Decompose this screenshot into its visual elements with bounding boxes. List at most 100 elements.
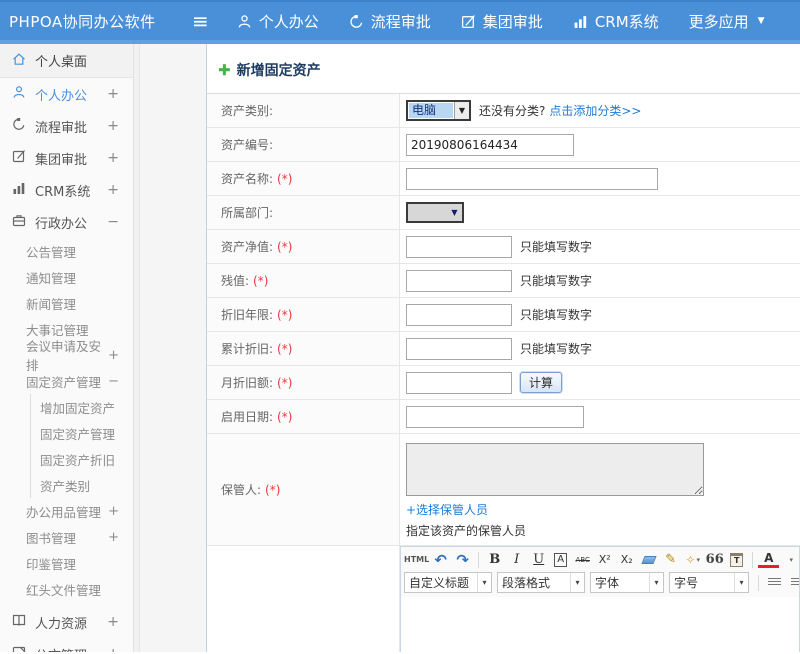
underline-button[interactable]: U — [528, 549, 549, 570]
format-painter-button[interactable]: ✎ — [660, 549, 681, 570]
sidebar-item-personal-office[interactable]: 个人办公 + — [0, 78, 133, 110]
nav-workflow-approval[interactable]: 流程审批 — [349, 11, 431, 32]
expand-plus-icon[interactable]: + — [107, 150, 119, 166]
caret-down-icon: ▾ — [477, 573, 491, 592]
sidebar-item-personal-desktop[interactable]: 个人桌面 — [0, 44, 133, 78]
sidebar-item-red-header-doc-mgmt[interactable]: 红头文件管理 — [0, 576, 133, 602]
expand-plus-icon[interactable]: + — [107, 118, 119, 134]
start-date-input[interactable] — [406, 406, 584, 428]
asset-code-input[interactable] — [406, 134, 574, 156]
expand-plus-icon[interactable]: + — [108, 348, 119, 363]
sidebar-item-news-mgmt[interactable]: 新闻管理 — [0, 290, 133, 316]
required-marker: (*) — [253, 274, 268, 288]
autotypeset-button[interactable]: ✧▾ — [682, 549, 703, 570]
sidebar-item-office-supplies-mgmt[interactable]: 办公用品管理 + — [0, 498, 133, 524]
category-note: 还没有分类? — [479, 102, 545, 119]
required-marker: (*) — [277, 410, 292, 424]
editor-content-area[interactable] — [401, 597, 799, 652]
paragraph-select[interactable]: 段落格式 ▾ — [497, 572, 585, 593]
collapse-minus-icon[interactable]: − — [108, 374, 119, 389]
nav-crm-system[interactable]: CRM系统 — [573, 11, 659, 32]
html-source-button[interactable]: HTML — [404, 549, 429, 570]
sidebar-item-admin-office[interactable]: 行政办公 − — [0, 206, 133, 238]
sidebar-item-hr[interactable]: 人力资源 + — [0, 606, 133, 638]
sidebar-item-fixed-asset-depreciation[interactable]: 固定资产折旧 — [31, 446, 133, 472]
expand-plus-icon[interactable]: + — [107, 86, 119, 102]
top-nav: 个人办公 流程审批 集团审批 CRM系统 更多应用 ▼ — [237, 11, 765, 32]
person-icon — [12, 85, 26, 103]
field-label: 累计折旧: — [221, 340, 273, 357]
heading-select[interactable]: 自定义标题 ▾ — [404, 572, 492, 593]
font-size-select[interactable]: 字号 ▾ — [669, 572, 749, 593]
font-border-button[interactable]: A — [550, 549, 571, 570]
sidebar-item-seal-mgmt[interactable]: 印鉴管理 — [0, 550, 133, 576]
department-select[interactable]: ▼ — [406, 202, 464, 223]
italic-button[interactable]: I — [506, 549, 527, 570]
sidebar-item-group-approval[interactable]: 集团审批 + — [0, 142, 133, 174]
keeper-textarea[interactable] — [406, 443, 704, 496]
align-left-button[interactable] — [764, 572, 785, 593]
sidebar-item-asset-category[interactable]: 资产类别 — [31, 472, 133, 498]
depreciation-years-input[interactable] — [406, 304, 512, 326]
required-marker: (*) — [265, 483, 280, 497]
sidebar-item-book-mgmt[interactable]: 图书管理 + — [0, 524, 133, 550]
collapse-minus-icon[interactable]: − — [107, 214, 119, 230]
page-title-row: ✚ 新增固定资产 — [207, 44, 800, 93]
expand-plus-icon[interactable]: + — [108, 504, 119, 519]
select-keeper-link[interactable]: +选择保管人员 — [406, 501, 488, 518]
paste-text-button[interactable]: T — [726, 549, 747, 570]
sidebar-item-workflow-approval[interactable]: 流程审批 + — [0, 110, 133, 142]
caret-down-icon: ▾ — [696, 556, 700, 564]
subscript-button[interactable]: X₂ — [616, 549, 637, 570]
document-icon — [12, 645, 26, 652]
monthly-depreciation-input[interactable] — [406, 372, 512, 394]
residual-value-input[interactable] — [406, 270, 512, 292]
sidebar-item-crm-system[interactable]: CRM系统 + — [0, 174, 133, 206]
undo-button[interactable]: ↶ — [430, 549, 451, 570]
asset-name-input[interactable] — [406, 168, 658, 190]
editor-toolbar-row1: HTML ↶ ↷ B I U A ABC X² X₂ — [401, 547, 799, 572]
nav-more-apps[interactable]: 更多应用 ▼ — [689, 11, 765, 32]
expand-plus-icon[interactable]: + — [108, 530, 119, 545]
superscript-button[interactable]: X² — [594, 549, 615, 570]
blockquote-button[interactable]: 66 — [704, 549, 725, 570]
numeric-hint: 只能填写数字 — [520, 306, 592, 323]
align-center-button[interactable] — [786, 572, 799, 593]
sidebar-item-meeting-request[interactable]: 会议申请及安排 + — [0, 342, 133, 368]
strikethrough-button[interactable]: ABC — [572, 549, 593, 570]
add-category-link[interactable]: 点击添加分类>> — [549, 102, 641, 119]
required-marker: (*) — [277, 172, 292, 186]
field-label: 残值: — [221, 272, 249, 289]
bold-button[interactable]: B — [484, 549, 505, 570]
font-color-caret[interactable]: ▾ — [780, 549, 799, 570]
accumulated-depreciation-input[interactable] — [406, 338, 512, 360]
asset-category-select[interactable]: 电脑 ▼ — [406, 100, 471, 121]
hamburger-menu-icon[interactable]: ≡ — [192, 11, 209, 31]
expand-plus-icon[interactable]: + — [107, 614, 119, 630]
expand-plus-icon[interactable]: + — [107, 646, 119, 652]
caret-down-icon: ▼ — [447, 204, 462, 221]
nav-personal-office[interactable]: 个人办公 — [237, 11, 319, 32]
content-panel: ✚ 新增固定资产 资产类别: 电脑 ▼ 还没有分类? 点击添加分类>> — [206, 44, 800, 652]
calculate-button[interactable]: 计算 — [520, 372, 562, 393]
sidebar-item-add-fixed-asset[interactable]: 增加固定资产 — [31, 394, 133, 420]
align-center-icon — [791, 578, 799, 587]
font-color-button[interactable]: A — [758, 551, 779, 568]
nav-group-approval[interactable]: 集团审批 — [461, 11, 543, 32]
paste-icon: T — [730, 553, 743, 567]
net-value-input[interactable] — [406, 236, 512, 258]
font-select[interactable]: 字体 ▾ — [590, 572, 664, 593]
rich-text-editor: HTML ↶ ↷ B I U A ABC X² X₂ — [400, 546, 800, 652]
required-marker: (*) — [277, 376, 292, 390]
expand-plus-icon[interactable]: + — [107, 182, 119, 198]
sidebar-item-fixed-asset-list[interactable]: 固定资产管理 — [31, 420, 133, 446]
sidebar-item-announcement-mgmt[interactable]: 公告管理 — [0, 238, 133, 264]
numeric-hint: 只能填写数字 — [520, 272, 592, 289]
eraser-button[interactable] — [638, 549, 659, 570]
redo-button[interactable]: ↷ — [452, 549, 473, 570]
caret-down-icon: ▼ — [454, 102, 469, 119]
sidebar-item-official-doc-mgmt[interactable]: 公文管理 + — [0, 638, 133, 652]
required-marker: (*) — [277, 240, 292, 254]
sidebar-item-fixed-asset-mgmt[interactable]: 固定资产管理 − — [0, 368, 133, 394]
sidebar-item-notice-mgmt[interactable]: 通知管理 — [0, 264, 133, 290]
